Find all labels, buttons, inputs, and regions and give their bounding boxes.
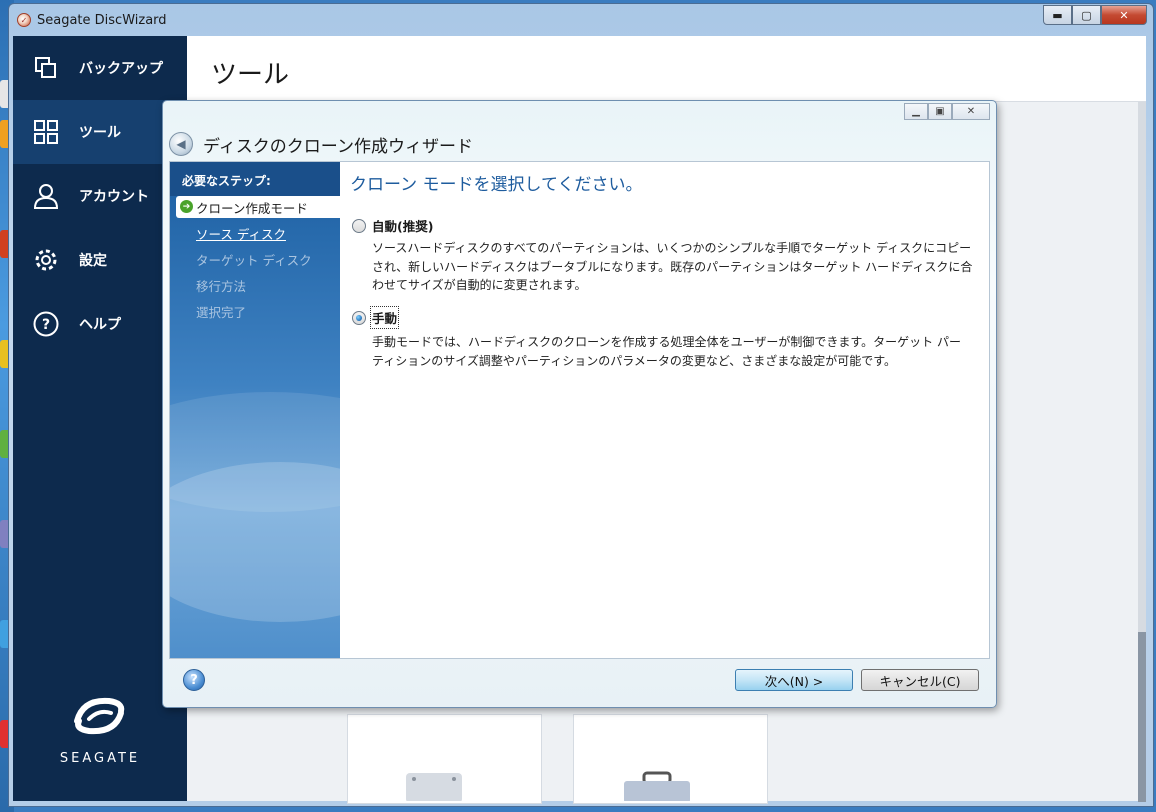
wizard-body: 必要なステップ: ➔ クローン作成モード ソース ディスク ターゲット ディスク… [169, 161, 990, 659]
sidebar-item-label: ヘルプ [79, 317, 121, 333]
step-finish: 選択完了 [196, 304, 247, 320]
sidebar-item-help[interactable]: ? ヘルプ [13, 292, 187, 356]
wizard-page: クローン モードを選択してください。 自動(推奨) ソースハードディスクのすべて… [340, 162, 989, 658]
steps-panel: 必要なステップ: ➔ クローン作成モード ソース ディスク ターゲット ディスク… [170, 162, 340, 658]
sidebar: バックアップ ツール アカウント 設定 ? ヘルプ SEAGATE [13, 36, 187, 801]
sidebar-item-label: ツール [79, 125, 121, 141]
titlebar[interactable]: ✓ Seagate DiscWizard [9, 4, 1153, 36]
sidebar-item-label: アカウント [79, 189, 149, 205]
wizard-title: ディスクのクローン作成ウィザード [203, 136, 473, 157]
cancel-button[interactable]: キャンセル(C) [861, 669, 979, 691]
discwizard-app-icon: ✓ [17, 13, 31, 27]
sidebar-item-label: 設定 [79, 253, 107, 269]
dialog-maximize-button[interactable]: ▣ [928, 103, 952, 120]
dialog-controls: ▁ ▣ ✕ [904, 103, 990, 120]
copy-icon [33, 55, 59, 81]
description-line: ティションのサイズ調整やパーティションのパラメータの変更など、さまざまな設定が可… [372, 353, 897, 368]
option-manual-description: 手動モードでは、ハードディスクのクローンを作成する処理全体をユーザーが制御できま… [372, 333, 980, 370]
option-label: 自動(推奨) [372, 219, 434, 234]
help-icon[interactable]: ? [183, 669, 205, 691]
close-button[interactable]: ✕ [1101, 5, 1147, 25]
wizard-header: ◀ ディスクのクローン作成ウィザード [169, 129, 473, 159]
window-controls: ▬ ▢ ✕ [1043, 5, 1147, 25]
minimize-button[interactable]: ▬ [1043, 5, 1072, 25]
sidebar-item-tools[interactable]: ツール [13, 100, 187, 164]
tool-tile[interactable] [573, 714, 768, 804]
maximize-button[interactable]: ▢ [1072, 5, 1101, 25]
sidebar-item-account[interactable]: アカウント [13, 164, 187, 228]
dialog-minimize-button[interactable]: ▁ [904, 103, 928, 120]
radio-manual[interactable] [352, 310, 366, 325]
back-arrow-icon[interactable]: ◀ [169, 132, 193, 156]
dialog-close-button[interactable]: ✕ [952, 103, 990, 120]
clone-disk-wizard-dialog: ▁ ▣ ✕ ◀ ディスクのクローン作成ウィザード 必要なステップ: ➔ クローン… [162, 100, 997, 708]
page-title: ツール [211, 60, 290, 90]
briefcase-icon [624, 771, 690, 801]
gear-icon [33, 247, 59, 273]
step-migration-method: 移行方法 [196, 278, 247, 294]
option-automatic-description: ソースハードディスクのすべてのパーティションは、いくつかのシンプルな手順でターゲ… [372, 239, 980, 295]
seagate-swirl-icon [74, 697, 125, 735]
main-header: ツール [187, 36, 1146, 102]
steps-heading: 必要なステップ: [170, 162, 340, 196]
svg-text:?: ? [42, 317, 50, 333]
sidebar-item-label: バックアップ [79, 61, 163, 77]
seagate-logo: SEAGATE [13, 691, 187, 766]
step-source-disk[interactable]: ソース ディスク [176, 222, 340, 244]
description-line: わせてサイズが自動的に変更されます。 [372, 278, 587, 292]
seagate-wordmark: SEAGATE [59, 751, 141, 766]
step-target-disk: ターゲット ディスク [196, 252, 312, 268]
current-step-arrow-icon: ➔ [180, 200, 193, 213]
grid-icon [33, 119, 59, 145]
sidebar-item-backup[interactable]: バックアップ [13, 36, 187, 100]
tool-tile[interactable] [347, 714, 542, 804]
disk-icon [406, 773, 462, 801]
step-label: クローン作成モード [196, 200, 308, 216]
option-manual[interactable]: 手動 [352, 306, 400, 329]
person-icon [33, 183, 59, 209]
wizard-footer: ? 次へ(N) > キャンセル(C) [169, 659, 990, 701]
step-clone-mode: ➔ クローン作成モード [176, 196, 340, 218]
description-line: され、新しいハードディスクはブータブルになります。既存のパーティションはターゲッ… [372, 259, 973, 274]
description-line: 手動モードでは、ハードディスクのクローンを作成する処理全体をユーザーが制御できま… [372, 335, 961, 349]
radio-automatic[interactable] [352, 218, 366, 233]
page-heading: クローン モードを選択してください。 [350, 175, 643, 195]
decorative-swoosh [170, 462, 340, 622]
option-label: 手動 [369, 306, 400, 329]
sidebar-item-settings[interactable]: 設定 [13, 228, 187, 292]
next-button[interactable]: 次へ(N) > [735, 669, 853, 691]
question-icon: ? [33, 311, 59, 337]
window-title: Seagate DiscWizard [37, 12, 167, 28]
description-line: ソースハードディスクのすべてのパーティションは、いくつかのシンプルな手順でターゲ… [372, 241, 972, 255]
scrollbar-thumb[interactable] [1138, 632, 1146, 802]
option-automatic[interactable]: 自動(推奨) [352, 216, 433, 235]
